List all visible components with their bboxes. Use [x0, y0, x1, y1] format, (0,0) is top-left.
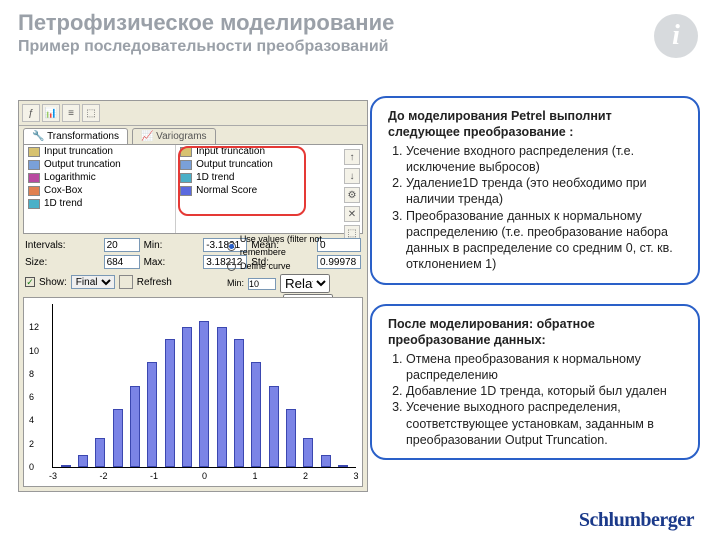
- histogram-bar: [78, 455, 88, 467]
- y-tick: 2: [29, 439, 34, 449]
- tool-icon[interactable]: ⬚: [82, 104, 100, 122]
- list-item[interactable]: Output truncation: [176, 158, 362, 171]
- histogram-bar: [251, 362, 261, 467]
- label: Use values (filter not remembere: [240, 233, 367, 259]
- min-mode-select[interactable]: Relative: [280, 274, 330, 293]
- page-title: Петрофизическое моделирование: [18, 10, 702, 36]
- label: Size:: [25, 257, 100, 268]
- histogram-bar: [113, 409, 123, 467]
- settings-icon[interactable]: ⚙: [344, 187, 360, 203]
- x-tick: 2: [303, 471, 308, 481]
- refresh-label: Refresh: [137, 277, 172, 288]
- callout-item: Добавление 1D тренда, который был удален: [406, 383, 684, 399]
- callout-item: Усечение выходного распределения, соотве…: [406, 399, 684, 448]
- list-item[interactable]: Cox-Box: [24, 184, 175, 197]
- histogram-bar: [286, 409, 296, 467]
- label: Max:: [144, 257, 200, 268]
- refresh-icon[interactable]: [119, 275, 133, 289]
- y-tick: 8: [29, 369, 34, 379]
- list-item[interactable]: Output truncation: [24, 158, 175, 171]
- list-item[interactable]: 1D trend: [24, 197, 175, 210]
- callout-item: Удаление1D тренда (это необходимо при на…: [406, 175, 684, 208]
- x-tick: 3: [353, 471, 358, 481]
- screenshot-panel: ƒ 📊 ≡ ⬚ 🔧 Transformations 📈 Variograms I…: [18, 100, 368, 492]
- size-input[interactable]: [104, 255, 140, 269]
- x-tick: 1: [252, 471, 257, 481]
- histogram-bar: [95, 438, 105, 467]
- y-tick: 6: [29, 392, 34, 402]
- y-tick: 12: [29, 322, 39, 332]
- label: Intervals:: [25, 240, 100, 251]
- y-tick: 4: [29, 415, 34, 425]
- histogram-bar: [147, 362, 157, 467]
- list-item[interactable]: Logarithmic: [24, 171, 175, 184]
- show-checkbox[interactable]: ✓: [25, 277, 35, 287]
- histogram-bar: [338, 465, 348, 467]
- show-select[interactable]: Final: [71, 275, 115, 289]
- list-item[interactable]: Input truncation: [24, 145, 175, 158]
- callout-heading: После моделирования: обратное преобразов…: [388, 316, 684, 349]
- label: Show:: [39, 277, 67, 288]
- histogram-bar: [165, 339, 175, 467]
- tool-icon[interactable]: ≡: [62, 104, 80, 122]
- filter-min-input[interactable]: [248, 278, 276, 290]
- list-item[interactable]: Normal Score: [176, 184, 362, 197]
- list-item[interactable]: Input truncation: [176, 145, 362, 158]
- histogram-bar: [61, 465, 71, 467]
- label: Define curve: [240, 260, 291, 273]
- page-subtitle: Пример последовательности преобразований: [18, 38, 702, 56]
- callout-after-modeling: После моделирования: обратное преобразов…: [370, 304, 700, 460]
- histogram-bar: [303, 438, 313, 467]
- histogram-bar: [234, 339, 244, 467]
- x-tick: -1: [150, 471, 158, 481]
- callout-item: Преобразование данных к нормальному расп…: [406, 208, 684, 273]
- tool-icon[interactable]: ƒ: [22, 104, 40, 122]
- move-down-icon[interactable]: ↓: [344, 168, 360, 184]
- label: Min:: [227, 277, 244, 290]
- available-transforms-list[interactable]: Input truncationOutput truncationLogarit…: [24, 145, 176, 233]
- list-item[interactable]: 1D trend: [176, 171, 362, 184]
- toolbar: ƒ 📊 ≡ ⬚: [19, 101, 367, 126]
- histogram-bar: [321, 455, 331, 467]
- brand-logo: Schlumberger: [579, 509, 694, 532]
- callout-item: Усечение входного распределения (т.е. ис…: [406, 143, 684, 176]
- radio-define-curve[interactable]: [227, 262, 236, 271]
- radio-use-values[interactable]: [227, 242, 236, 251]
- x-tick: 0: [202, 471, 207, 481]
- tab-variograms[interactable]: 📈 Variograms: [132, 128, 216, 144]
- histogram-bar: [199, 321, 209, 467]
- y-tick: 10: [29, 346, 39, 356]
- delete-icon[interactable]: ✕: [344, 206, 360, 222]
- callout-item: Отмена преобразования к нормальному расп…: [406, 351, 684, 384]
- applied-transforms-list[interactable]: Input truncationOutput truncation1D tren…: [176, 145, 362, 233]
- histogram-bar: [182, 327, 192, 467]
- histogram-bar: [130, 386, 140, 468]
- histogram-bar: [269, 386, 279, 468]
- tool-icon[interactable]: 📊: [42, 104, 60, 122]
- callout-heading: До моделирования Petrel выполнит следующ…: [388, 108, 684, 141]
- tab-label: Variograms: [156, 131, 206, 142]
- y-tick: 0: [29, 462, 34, 472]
- label: Min:: [144, 240, 200, 251]
- intervals-input[interactable]: [104, 238, 140, 252]
- tab-label: Transformations: [47, 131, 119, 142]
- info-icon: i: [654, 14, 698, 58]
- histogram-chart: 024681012-3-2-10123: [23, 297, 363, 487]
- x-tick: -2: [99, 471, 107, 481]
- move-up-icon[interactable]: ↑: [344, 149, 360, 165]
- histogram-bar: [217, 327, 227, 467]
- tab-transformations[interactable]: 🔧 Transformations: [23, 128, 128, 144]
- x-tick: -3: [49, 471, 57, 481]
- callout-before-modeling: До моделирования Petrel выполнит следующ…: [370, 96, 700, 285]
